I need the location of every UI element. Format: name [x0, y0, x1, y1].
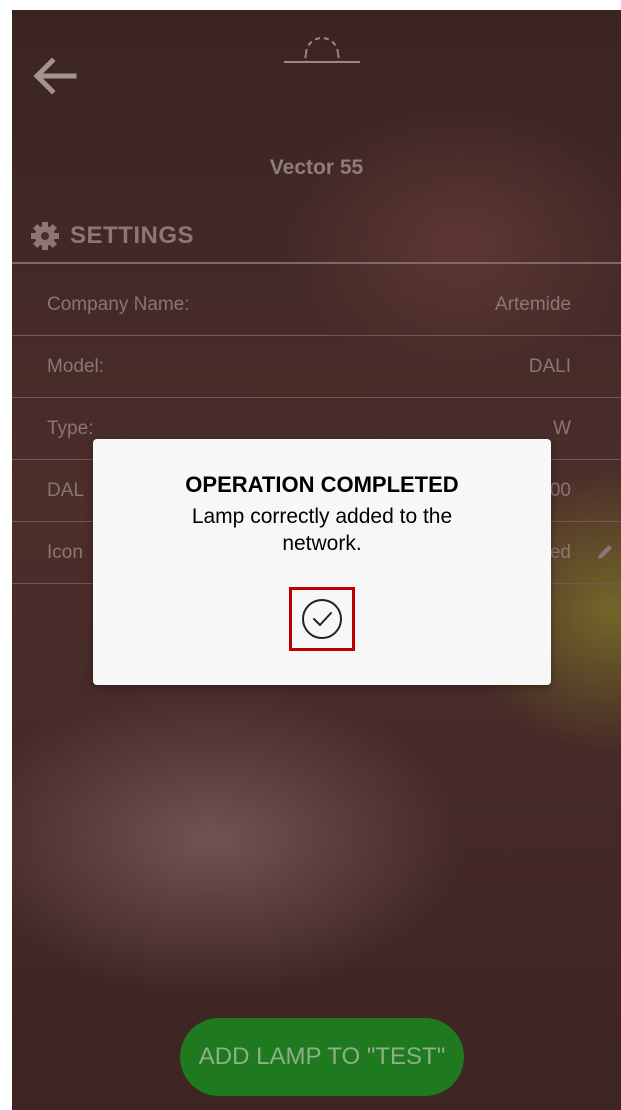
row-label: Icon — [47, 542, 83, 563]
pencil-icon[interactable] — [595, 542, 615, 562]
row-value: ed — [549, 542, 571, 563]
gear-icon — [31, 222, 59, 250]
row-label: Company Name: — [47, 294, 190, 315]
lamp-icon — [284, 37, 360, 63]
row-label: Model: — [47, 356, 105, 377]
row-label: DAL — [47, 480, 84, 501]
settings-row-model: Model: DALI — [12, 336, 621, 398]
dialog-message: Lamp correctly added to the network. — [191, 505, 453, 555]
settings-row-company: Company Name: Artemide — [12, 274, 621, 336]
settings-heading: SETTINGS — [70, 222, 195, 249]
check-circle-icon — [302, 599, 342, 639]
row-value: 00 — [549, 480, 571, 501]
settings-divider — [12, 262, 621, 264]
dialog-title: OPERATION COMPLETED — [185, 472, 459, 497]
page-title: Vector 55 — [269, 156, 364, 179]
settings-header: SETTINGS — [30, 216, 194, 256]
add-lamp-button[interactable]: ADD LAMP TO "TEST" — [180, 1018, 464, 1096]
row-value: Artemide — [494, 294, 571, 315]
row-value: DALI — [528, 356, 571, 377]
confirm-button[interactable] — [289, 587, 355, 651]
back-arrow-icon[interactable] — [30, 56, 78, 96]
row-value: W — [553, 418, 571, 439]
row-label: Type: — [47, 418, 94, 439]
app-screen: Vector 55 SETTINGS Company Name: Artemid… — [12, 10, 621, 1110]
operation-completed-dialog: OPERATION COMPLETED Lamp correctly added… — [93, 439, 551, 685]
